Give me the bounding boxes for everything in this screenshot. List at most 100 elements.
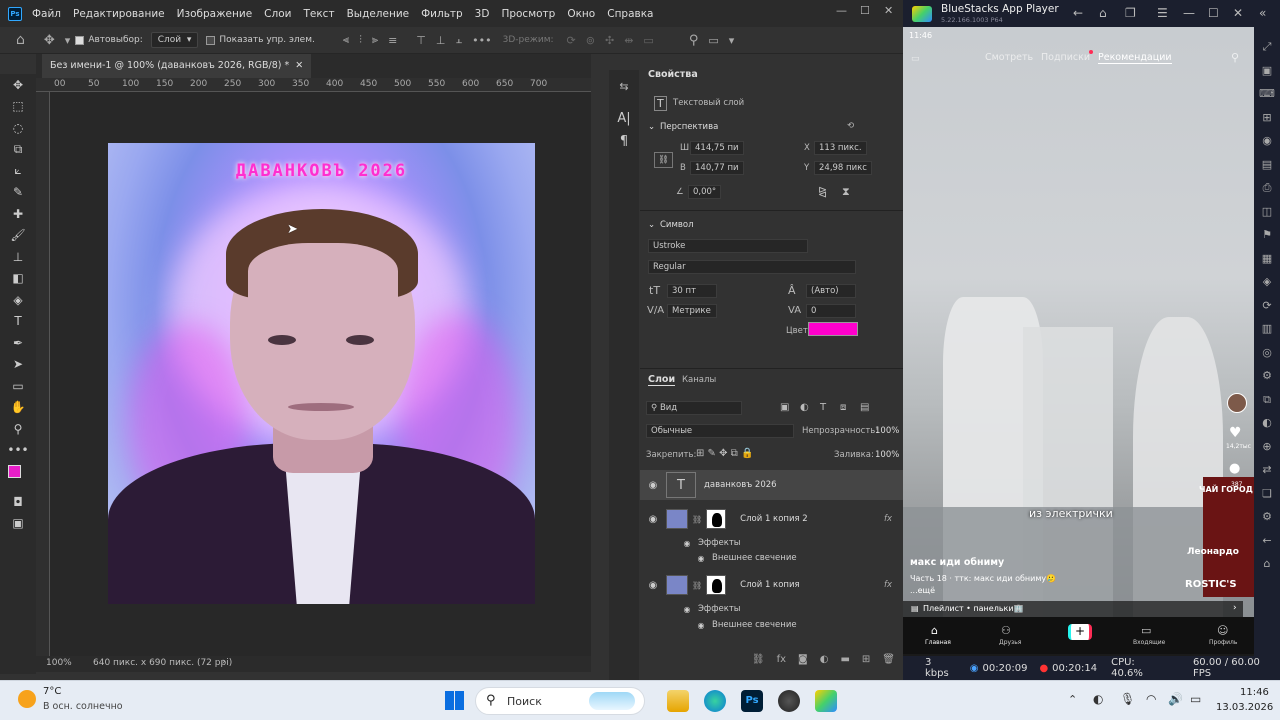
playlist-bar[interactable]: ▤ Плейлист • панельки🏢 ›	[903, 601, 1243, 617]
chevron-right-icon[interactable]: ›	[222, 657, 226, 667]
search-icon[interactable]: ⚲	[689, 33, 699, 48]
layers-tab[interactable]: Слои	[648, 374, 676, 386]
stamp-tool-icon[interactable]: ⊥	[0, 246, 36, 268]
clock-time[interactable]: 11:46	[1240, 687, 1269, 698]
gradient-tool-icon[interactable]: ◈	[0, 289, 36, 311]
eye-icon[interactable]: ◉	[678, 539, 696, 548]
eye-icon[interactable]: ◉	[644, 480, 662, 491]
volume-icon[interactable]: 🔊	[1168, 692, 1183, 706]
workspace-icon[interactable]: ▭	[708, 34, 718, 47]
maximize-icon[interactable]: ☐	[860, 4, 870, 17]
brush-tool-icon[interactable]: 🖌	[0, 225, 36, 247]
font-style-select[interactable]: Regular	[648, 260, 856, 274]
menu-window[interactable]: Окно	[567, 8, 595, 20]
chevron-up-icon[interactable]: ⌃	[1068, 693, 1077, 706]
properties-tab[interactable]: Свойства	[648, 69, 698, 80]
tab-subscriptions[interactable]: Подписки	[1041, 52, 1090, 63]
expand-icon[interactable]: «	[1259, 6, 1266, 20]
width-field[interactable]: 414,75 пи	[690, 141, 744, 155]
effect-row[interactable]: ◉ Внешнее свечение	[640, 551, 903, 565]
align-center-icon[interactable]: ⫶	[359, 33, 362, 47]
effects-row[interactable]: ◉ Эффекты	[640, 602, 903, 616]
artwork-title-text[interactable]: ДАВАНКОВЪ 2026	[108, 161, 535, 181]
minimize-icon[interactable]: —	[836, 4, 847, 17]
taskbar-search[interactable]: ⚲ Поиск	[475, 687, 645, 715]
eye-icon[interactable]: ◉	[692, 621, 710, 630]
close-icon[interactable]: ✕	[1233, 6, 1243, 20]
more-tools-icon[interactable]: •••	[0, 440, 36, 462]
menu-edit[interactable]: Редактирование	[73, 8, 165, 20]
object-select-tool-icon[interactable]: ⧉	[0, 139, 36, 161]
minimize-icon[interactable]: —	[1183, 6, 1195, 20]
battery-icon[interactable]: ▭	[1190, 692, 1201, 706]
maximize-icon[interactable]: ☐	[1208, 6, 1219, 20]
file-explorer-icon[interactable]	[667, 690, 689, 712]
weather-text[interactable]: В осн. солнечно	[43, 701, 123, 712]
home-icon[interactable]: ⌂	[1099, 6, 1107, 20]
menu-help[interactable]: Справка	[607, 8, 653, 20]
align-top-icon[interactable]: ⊤	[416, 34, 426, 47]
author-avatar[interactable]	[1227, 393, 1247, 413]
microphone-icon[interactable]: 🎙	[1120, 692, 1135, 706]
character-section[interactable]: Символ	[660, 220, 694, 230]
effects-row[interactable]: ◉ Эффекты	[640, 536, 903, 550]
filter-type-icon[interactable]: T	[820, 402, 826, 413]
eye-icon[interactable]: ◉	[644, 514, 662, 525]
menu-text[interactable]: Текст	[303, 8, 334, 20]
create-button[interactable]: +	[1068, 624, 1092, 640]
path-select-tool-icon[interactable]: ➤	[0, 354, 36, 376]
home-nav-icon[interactable]: ⌂	[931, 624, 938, 637]
menu-3d[interactable]: 3D	[475, 8, 490, 20]
artwork[interactable]: ДАВАНКОВЪ 2026	[108, 143, 535, 604]
home-icon[interactable]: ⌂	[16, 32, 25, 48]
comment-icon[interactable]: ●	[1229, 461, 1240, 476]
foreground-color[interactable]	[8, 465, 21, 478]
lock-transparent-icon[interactable]: ⊞ ✎ ✥ ⧉ 🔒	[696, 448, 753, 459]
y-field[interactable]: 24,98 пикс	[814, 161, 872, 175]
profile-nav-icon[interactable]: ☺	[1217, 624, 1228, 637]
perspective-section[interactable]: Перспектива	[660, 122, 718, 132]
quick-mask-icon[interactable]: ◘	[0, 491, 36, 513]
edge-icon[interactable]	[704, 690, 726, 712]
marquee-tool-icon[interactable]: ⬚	[0, 96, 36, 118]
x-field[interactable]: 113 пикс.	[814, 141, 867, 155]
move-tool-icon[interactable]: ✥	[44, 33, 55, 48]
distribute-icon[interactable]: ≡	[388, 34, 397, 47]
more-link[interactable]: ...ещё	[910, 586, 935, 595]
multi-window-icon[interactable]: ❐	[1125, 6, 1136, 20]
layer-row[interactable]: ◉ ⛓ Слой 1 копия 2 fx	[640, 506, 903, 532]
autoselect-checkbox[interactable]: Автовыбор:	[75, 35, 143, 45]
hand-tool-icon[interactable]: ✋	[0, 397, 36, 419]
weather-sun-icon[interactable]	[18, 690, 36, 708]
show-controls-checkbox[interactable]: Показать упр. элем.	[206, 35, 315, 45]
height-field[interactable]: 140,77 пи	[690, 161, 744, 175]
eye-icon[interactable]: ◉	[644, 580, 662, 591]
fill-field[interactable]: 100%	[875, 450, 899, 460]
layer-row[interactable]: ◉ ⛓ Слой 1 копия fx	[640, 572, 903, 598]
menu-file[interactable]: Файл	[32, 8, 61, 20]
color-swatch[interactable]	[808, 322, 858, 336]
tiktok-screen[interactable]: 11:46 ▭ Смотреть Подписки Рекомендации ⚲…	[903, 27, 1254, 654]
new-group-icon[interactable]: ▬	[840, 654, 849, 665]
move-tool-icon[interactable]: ✥	[0, 74, 36, 96]
reset-icon[interactable]: ⟲	[847, 121, 854, 131]
fx-badge[interactable]: fx	[884, 514, 892, 524]
zoom-level[interactable]: 100%	[46, 658, 72, 668]
paragraph-icon[interactable]: ¶	[609, 134, 639, 149]
menu-layers[interactable]: Слои	[264, 8, 291, 20]
kerning-field[interactable]: Метрике	[667, 304, 717, 318]
link-layers-icon[interactable]: ⛓	[752, 654, 765, 665]
channels-tab[interactable]: Каналы	[682, 375, 716, 385]
chevron-down-icon[interactable]: ⌄	[648, 122, 655, 132]
fx-badge[interactable]: fx	[884, 580, 892, 590]
layer-name[interactable]: Слой 1 копия	[740, 580, 799, 590]
history-icon[interactable]: ⇆	[609, 80, 639, 93]
link-icon[interactable]: ⛓	[654, 152, 673, 168]
tab-watch[interactable]: Смотреть	[985, 52, 1033, 63]
bluestacks-taskbar-icon[interactable]	[815, 690, 837, 712]
font-size-field[interactable]: 30 пт	[667, 284, 717, 298]
add-mask-icon[interactable]: ◙	[798, 654, 808, 665]
eye-icon[interactable]: ◉	[678, 605, 696, 614]
photoshop-taskbar-icon[interactable]: Ps	[741, 690, 763, 712]
temperature[interactable]: 7°C	[43, 686, 61, 697]
